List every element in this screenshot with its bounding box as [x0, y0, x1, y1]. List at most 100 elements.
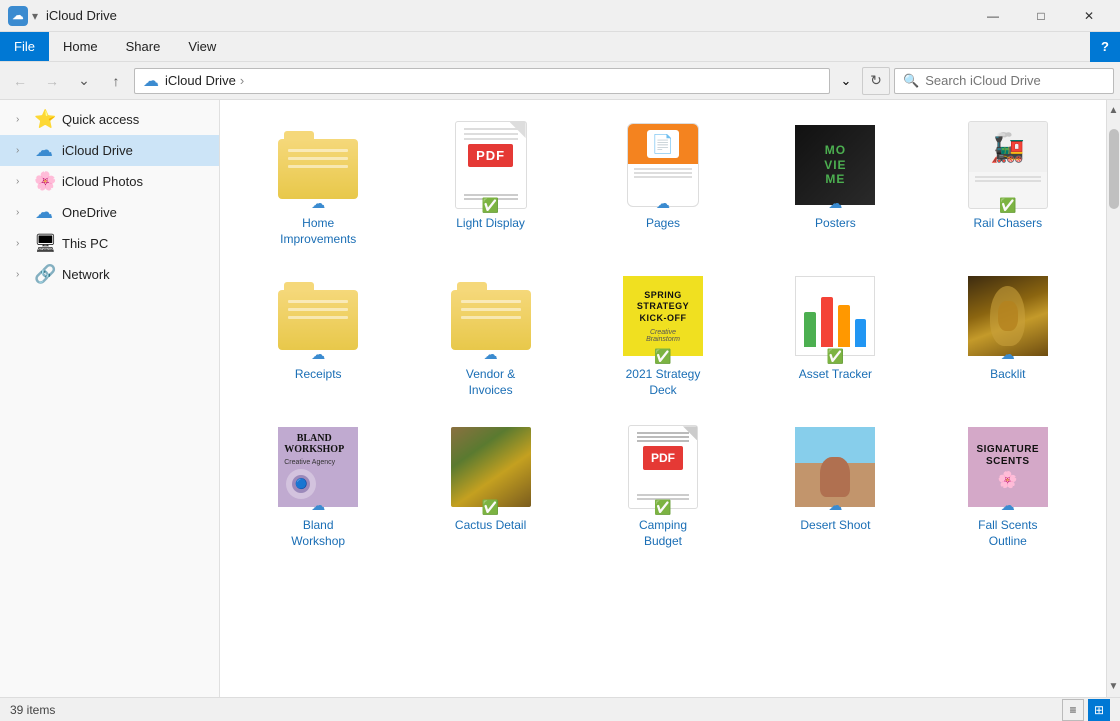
- sync-icon: ✅: [482, 197, 499, 214]
- thumb-fall-scents: SIGNATURESCENTS 🌸 ☁: [963, 422, 1053, 512]
- file-item-bland-workshop[interactable]: BLANDWORKSHOP Creative Agency 🔵 ☁ BlandW…: [236, 414, 400, 557]
- icloud-photos-icon: 🌸: [34, 171, 54, 192]
- search-icon: 🔍: [903, 73, 919, 89]
- expand-icon: ›: [16, 207, 30, 218]
- sync-icon: ✅: [654, 348, 671, 365]
- scrollbar-thumb[interactable]: [1109, 129, 1119, 209]
- file-label-pages: Pages: [646, 216, 680, 232]
- path-text: iCloud Drive: [165, 73, 236, 88]
- sidebar-label-icloud-drive: iCloud Drive: [62, 143, 133, 158]
- sidebar-item-this-pc[interactable]: › 🖥 This PC: [0, 228, 219, 259]
- file-item-cactus-detail[interactable]: ✅ Cactus Detail: [408, 414, 572, 557]
- file-item-backlit[interactable]: ☁ Backlit: [926, 263, 1090, 406]
- app-icon: ☁: [8, 6, 28, 26]
- file-item-vendor-invoices[interactable]: ☁ Vendor &Invoices: [408, 263, 572, 406]
- file-label-asset-tracker: Asset Tracker: [799, 367, 872, 383]
- file-item-pages[interactable]: 📄 ☁ Pages: [581, 112, 745, 255]
- file-label-receipts: Receipts: [295, 367, 342, 383]
- file-item-posters[interactable]: MOVIEME ☁ Posters: [753, 112, 917, 255]
- file-label-strategy-deck: 2021 StrategyDeck: [626, 367, 701, 398]
- scrollbar-track[interactable]: [1109, 119, 1119, 678]
- sidebar-label-quick-access: Quick access: [62, 112, 139, 127]
- file-label-camping-budget: CampingBudget: [639, 518, 687, 549]
- cloud-sync-icon: ☁: [311, 497, 325, 514]
- sidebar-item-quick-access[interactable]: › ⭐ Quick access: [0, 104, 219, 135]
- title-bar-dropdown[interactable]: ▾: [32, 9, 38, 23]
- back-button[interactable]: ←: [6, 67, 34, 95]
- this-pc-icon: 🖥: [34, 233, 54, 254]
- details-view-button[interactable]: ≡: [1062, 699, 1084, 721]
- scroll-down-arrow[interactable]: ▼: [1106, 678, 1120, 695]
- up-button[interactable]: ↑: [102, 67, 130, 95]
- sidebar-item-onedrive[interactable]: › ☁ OneDrive: [0, 197, 219, 228]
- thumb-desert-shoot: ☁: [790, 422, 880, 512]
- cloud-sync-icon: ☁: [311, 195, 325, 212]
- expand-icon: ›: [16, 238, 30, 249]
- expand-icon: ›: [16, 176, 30, 187]
- sync-icon: ✅: [827, 348, 844, 365]
- address-path[interactable]: ☁ iCloud Drive ›: [134, 68, 830, 94]
- scroll-up-arrow[interactable]: ▲: [1106, 102, 1120, 119]
- file-label-backlit: Backlit: [990, 367, 1025, 383]
- expand-icon: ›: [16, 145, 30, 156]
- file-label-bland-workshop: BlandWorkshop: [291, 518, 345, 549]
- file-label-posters: Posters: [815, 216, 856, 232]
- cloud-sync-icon: ☁: [828, 195, 842, 212]
- cloud-sync-icon: ☁: [1001, 346, 1015, 363]
- file-label-cactus-detail: Cactus Detail: [455, 518, 526, 534]
- thumb-rail-chasers: 🚂 ✅: [963, 120, 1053, 210]
- close-button[interactable]: ✕: [1066, 0, 1112, 32]
- sync-icon: ✅: [482, 499, 499, 516]
- path-dropdown-button[interactable]: ⌄: [834, 68, 858, 94]
- sidebar-item-network[interactable]: › 🔗 Network: [0, 259, 219, 290]
- file-item-receipts[interactable]: ☁ Receipts: [236, 263, 400, 406]
- cloud-sync-icon: ☁: [828, 497, 842, 514]
- grid-view-button[interactable]: ⊞: [1088, 699, 1110, 721]
- menu-view[interactable]: View: [174, 32, 230, 61]
- file-item-camping-budget[interactable]: PDF ✅ CampingBudget: [581, 414, 745, 557]
- cloud-sync-icon: ☁: [1001, 497, 1015, 514]
- minimize-button[interactable]: —: [970, 0, 1016, 32]
- window-controls: — □ ✕: [970, 0, 1112, 32]
- thumb-home-improvements: ☁: [273, 120, 363, 210]
- file-item-home-improvements[interactable]: ☁ HomeImprovements: [236, 112, 400, 255]
- menu-file[interactable]: File: [0, 32, 49, 61]
- file-item-light-display[interactable]: PDF ✅ Light Display: [408, 112, 572, 255]
- sidebar-item-icloud-drive[interactable]: › ☁ iCloud Drive: [0, 135, 219, 166]
- scrollbar[interactable]: ▲ ▼: [1106, 100, 1120, 697]
- thumb-receipts: ☁: [273, 271, 363, 361]
- file-label-rail-chasers: Rail Chasers: [973, 216, 1042, 232]
- thumb-cactus-detail: ✅: [446, 422, 536, 512]
- file-item-strategy-deck[interactable]: SPRINGSTRATEGYKICK-OFF CreativeBrainstor…: [581, 263, 745, 406]
- address-bar: ← → ⌄ ↑ ☁ iCloud Drive › ⌄ ↻ 🔍: [0, 62, 1120, 100]
- search-input[interactable]: [925, 73, 1095, 88]
- file-item-fall-scents[interactable]: SIGNATURESCENTS 🌸 ☁ Fall ScentsOutline: [926, 414, 1090, 557]
- content-area: ☁ HomeImprovements PDF: [220, 100, 1106, 697]
- window-title: iCloud Drive: [46, 8, 970, 23]
- sync-icon: ✅: [654, 499, 671, 516]
- path-arrow: ›: [240, 73, 244, 88]
- sidebar: › ⭐ Quick access › ☁ iCloud Drive › 🌸 iC…: [0, 100, 220, 697]
- refresh-button[interactable]: ↻: [862, 67, 890, 95]
- menu-share[interactable]: Share: [112, 32, 175, 61]
- search-box[interactable]: 🔍: [894, 68, 1114, 94]
- thumb-asset-tracker: ✅: [790, 271, 880, 361]
- recent-locations-button[interactable]: ⌄: [70, 67, 98, 95]
- file-item-desert-shoot[interactable]: ☁ Desert Shoot: [753, 414, 917, 557]
- maximize-button[interactable]: □: [1018, 0, 1064, 32]
- menu-home[interactable]: Home: [49, 32, 112, 61]
- file-label-home-improvements: HomeImprovements: [280, 216, 356, 247]
- file-item-rail-chasers[interactable]: 🚂 ✅ Rail Chasers: [926, 112, 1090, 255]
- cloud-sync-icon: ☁: [311, 346, 325, 363]
- quick-access-icon: ⭐: [34, 109, 54, 130]
- title-bar: ☁ ▾ iCloud Drive — □ ✕: [0, 0, 1120, 32]
- sidebar-label-icloud-photos: iCloud Photos: [62, 174, 143, 189]
- forward-button[interactable]: →: [38, 67, 66, 95]
- file-label-fall-scents: Fall ScentsOutline: [978, 518, 1037, 549]
- sync-icon: ✅: [999, 197, 1016, 214]
- item-count: 39 items: [10, 703, 55, 717]
- file-item-asset-tracker[interactable]: ✅ Asset Tracker: [753, 263, 917, 406]
- thumb-bland-workshop: BLANDWORKSHOP Creative Agency 🔵 ☁: [273, 422, 363, 512]
- help-button[interactable]: ?: [1090, 32, 1120, 62]
- sidebar-item-icloud-photos[interactable]: › 🌸 iCloud Photos: [0, 166, 219, 197]
